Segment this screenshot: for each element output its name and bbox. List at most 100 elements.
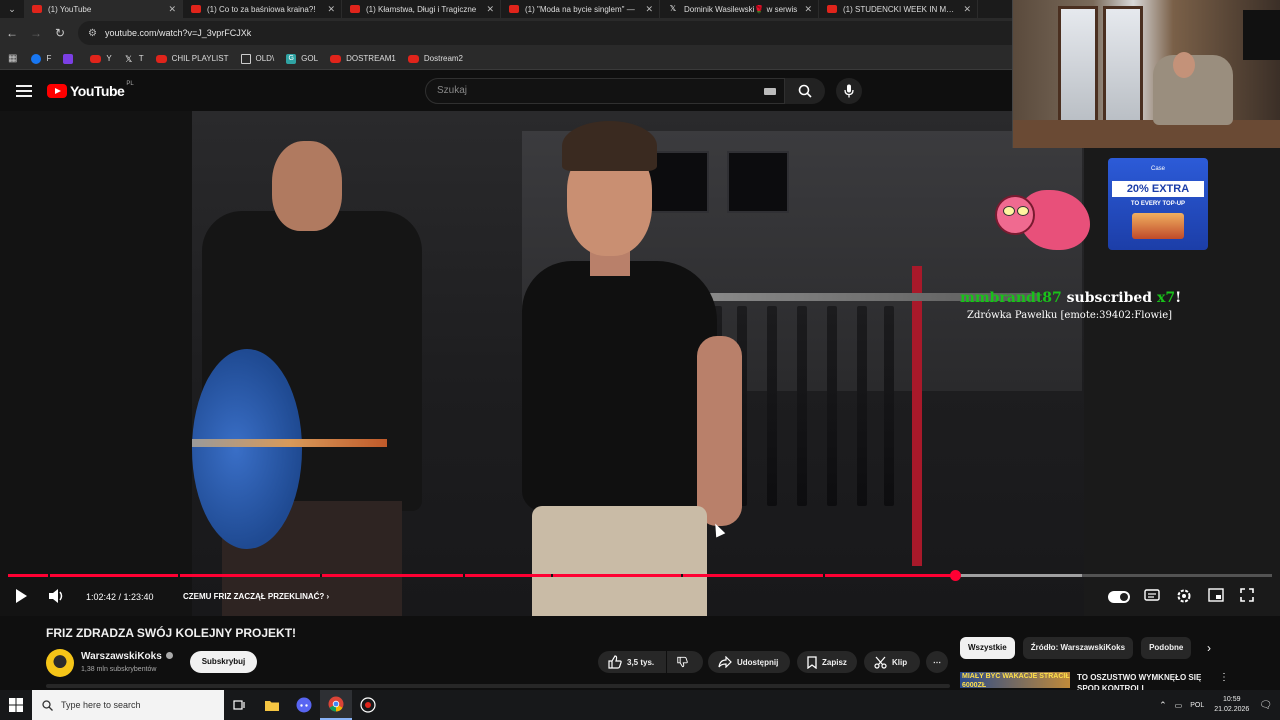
tab-title: (1) STUDENCKI WEEK IN MY LI: [843, 4, 958, 14]
bookmark-folder[interactable]: OLD\: [240, 53, 274, 64]
site-info-icon[interactable]: ⚙: [88, 28, 97, 39]
emote-eye: [1003, 206, 1015, 216]
scrubber-handle[interactable]: [949, 570, 961, 581]
youtube-icon: [191, 5, 201, 13]
webcam-streamer: [1173, 52, 1195, 78]
bookmark-label: Dostream2: [423, 54, 463, 63]
tab-title: (1) "Moda na bycie singlem" —: [525, 4, 635, 14]
save-button[interactable]: Zapisz: [797, 651, 857, 673]
bookmark-item[interactable]: CHIL PLAYLIST: [155, 54, 229, 63]
bookmark-item[interactable]: 𝕏T: [124, 54, 144, 64]
subtitles-button[interactable]: [1144, 588, 1160, 607]
youtube-icon: [827, 5, 837, 13]
keyboard-icon[interactable]: [764, 88, 776, 95]
chip-from-channel[interactable]: Źródło: WarszawskiKoks: [1022, 637, 1134, 659]
browser-tab[interactable]: (1) "Moda na bycie singlem" — ✕: [501, 0, 660, 18]
recommendation-menu-icon[interactable]: ⋮: [1219, 672, 1229, 683]
sub-username: mmbrandt87: [960, 290, 1062, 306]
youtube-play-icon: [47, 84, 67, 98]
language-indicator[interactable]: POL: [1190, 702, 1204, 709]
video-letterbox-left: [0, 111, 192, 616]
voice-search-button[interactable]: [836, 78, 862, 104]
close-tab-icon[interactable]: ✕: [486, 4, 494, 15]
time-display: 1:02:42 / 1:23:40: [86, 592, 154, 602]
chapter-title[interactable]: CZEMU FRIZ ZACZĄŁ PRZEKLINAĆ? ›: [183, 592, 329, 601]
subscribe-button[interactable]: Subskrybuj: [190, 651, 257, 673]
file-explorer-button[interactable]: [256, 690, 288, 720]
rack-post: [912, 266, 922, 566]
channel-avatar[interactable]: [46, 649, 74, 677]
close-tab-icon[interactable]: ✕: [645, 4, 653, 15]
browser-tab[interactable]: (1) YouTube ✕: [24, 0, 183, 18]
menu-icon[interactable]: [16, 85, 32, 97]
back-icon[interactable]: ←: [0, 26, 24, 40]
like-button[interactable]: 3,5 tys.: [598, 651, 666, 673]
search-button[interactable]: [785, 78, 825, 104]
bookmark-label: CHIL PLAYLIST: [171, 54, 229, 63]
discord-button[interactable]: [288, 690, 320, 720]
autoplay-toggle[interactable]: [1108, 591, 1130, 603]
task-view-button[interactable]: [224, 690, 256, 720]
subscriber-count: 1,38 mln subskrybentów: [81, 666, 157, 673]
chevron-right-icon[interactable]: ›: [1207, 641, 1211, 655]
play-button[interactable]: [14, 588, 28, 609]
recommendation-thumbnail[interactable]: MIAŁY BYĆ WAKACJE STRACIŁ 6000ZŁ: [960, 672, 1070, 688]
bookmark-item[interactable]: F: [31, 53, 51, 64]
channel-name[interactable]: WarszawskiKoks: [81, 651, 173, 662]
task-view-icon: [233, 700, 245, 710]
chip-related[interactable]: Podobne: [1141, 637, 1192, 659]
obs-button[interactable]: [352, 690, 384, 720]
youtube-icon: [32, 5, 42, 13]
bookmark-label: GOL: [301, 54, 319, 63]
network-icon[interactable]: ▭: [1175, 701, 1183, 710]
browser-tab[interactable]: (1) Co to za baśniowa kraina?! ✕: [183, 0, 342, 18]
video-progress-bar[interactable]: [8, 570, 1272, 581]
close-tab-icon[interactable]: ✕: [168, 4, 176, 15]
search-input[interactable]: Szukaj: [425, 78, 785, 104]
browser-tab[interactable]: (1) STUDENCKI WEEK IN MY LI ✕: [819, 0, 978, 18]
tab-search-dropdown[interactable]: ⌄: [0, 0, 24, 18]
share-label: Udostępnij: [737, 657, 779, 667]
start-button[interactable]: [0, 690, 32, 720]
bookmark-item[interactable]: [63, 53, 78, 64]
settings-button[interactable]: [1176, 588, 1192, 609]
browser-tab[interactable]: 𝕏 Dominik Wasilewski🌹 w serwis ✕: [660, 0, 819, 18]
tab-title: (1) Co to za baśniowa kraina?!: [207, 4, 316, 14]
more-actions-button[interactable]: ⋯: [926, 651, 948, 673]
bookmark-item[interactable]: Y: [90, 54, 112, 63]
webcam-tv: [1243, 10, 1280, 60]
address-bar[interactable]: ⚙ youtube.com/watch?v=J_3vprFCJXk: [78, 21, 1078, 45]
taskbar-search-input[interactable]: Type here to search: [32, 690, 224, 720]
apps-grid-icon[interactable]: ▦: [8, 53, 17, 64]
notification-icon[interactable]: 🗨: [1259, 700, 1272, 711]
bookmark-item[interactable]: G GOL: [286, 53, 319, 64]
chrome-button[interactable]: [320, 690, 352, 720]
share-button[interactable]: Udostępnij: [708, 651, 790, 673]
forward-icon[interactable]: →: [24, 26, 48, 40]
webcam-floor: [1013, 120, 1280, 148]
tray-chevron-icon[interactable]: ⌃: [1159, 700, 1167, 711]
browser-tab[interactable]: (1) Kłamstwa, Długi i Tragiczne ✕: [342, 0, 501, 18]
description-box-edge[interactable]: [46, 684, 950, 688]
x-icon: 𝕏: [669, 4, 677, 13]
miniplayer-button[interactable]: [1208, 588, 1224, 607]
reload-icon[interactable]: ↻: [48, 26, 72, 40]
close-tab-icon[interactable]: ✕: [963, 4, 971, 15]
fullscreen-button[interactable]: [1240, 588, 1254, 607]
chapter-marker: [320, 574, 322, 577]
volume-button[interactable]: [48, 588, 66, 609]
dislike-button[interactable]: [667, 651, 703, 673]
windows-logo-icon: [9, 698, 23, 712]
bookmark-item[interactable]: Dostream2: [407, 54, 463, 63]
close-tab-icon[interactable]: ✕: [327, 4, 335, 15]
video-info-section: FRIZ ZDRADZA SWÓJ KOLEJNY PROJEKT! Warsz…: [0, 616, 1280, 693]
system-clock[interactable]: 10:59 21.02.2026: [1214, 695, 1249, 715]
youtube-icon: [350, 5, 360, 13]
scissors-icon: [874, 656, 887, 669]
close-tab-icon[interactable]: ✕: [804, 4, 812, 15]
weight-plate: [192, 349, 302, 549]
youtube-logo[interactable]: YouTube PL: [47, 81, 134, 99]
clip-button[interactable]: Klip: [864, 651, 920, 673]
chip-all[interactable]: Wszystkie: [960, 637, 1015, 659]
bookmark-item[interactable]: DOSTREAM1: [330, 54, 396, 63]
